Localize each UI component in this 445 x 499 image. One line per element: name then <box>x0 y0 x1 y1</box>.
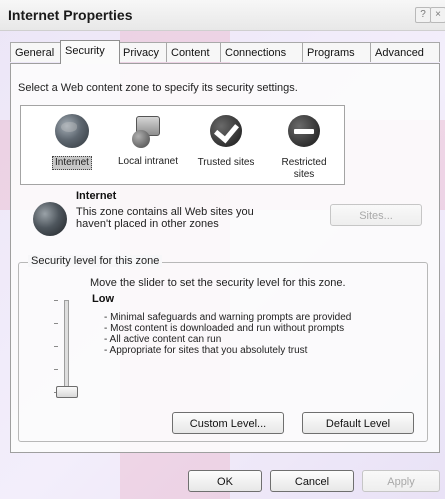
cancel-button[interactable]: Cancel <box>270 470 354 492</box>
zone-label: Internet <box>52 156 92 170</box>
security-level-name: Low <box>92 293 114 305</box>
security-level-slider-thumb[interactable] <box>56 386 78 398</box>
zone-label: sites <box>293 169 315 180</box>
no-entry-icon <box>285 115 323 153</box>
tab-general[interactable]: General <box>10 42 62 62</box>
slider-tick <box>54 323 58 324</box>
selected-zone-description: This zone contains all Web sites you hav… <box>76 206 254 230</box>
zone-label: Restricted <box>281 157 327 168</box>
custom-level-button[interactable]: Custom Level... <box>172 412 284 434</box>
tab-content[interactable]: Content <box>166 42 222 62</box>
checkmark-icon <box>207 115 245 153</box>
slider-tick <box>54 346 58 347</box>
globe-icon <box>53 114 91 152</box>
level-bullet: - Most content is downloaded and run wit… <box>104 323 345 334</box>
zone-trusted-sites[interactable]: Trusted sites <box>187 112 265 169</box>
sites-button[interactable]: Sites... <box>330 204 422 226</box>
level-bullet: - Minimal safeguards and warning prompts… <box>104 312 352 323</box>
ok-button[interactable]: OK <box>188 470 262 492</box>
tab-programs[interactable]: Programs <box>302 42 372 62</box>
slider-tick <box>54 300 58 301</box>
level-bullet: - All active content can run <box>104 334 222 345</box>
zone-restricted-sites[interactable]: Restricted sites <box>265 112 343 181</box>
tab-advanced[interactable]: Advanced <box>370 42 440 62</box>
zone-label: Trusted sites <box>197 157 255 168</box>
security-level-description: - Minimal safeguards and warning prompts… <box>104 312 351 356</box>
zone-globe-icon <box>33 202 67 236</box>
computer-globe-icon <box>129 114 167 152</box>
zone-internet[interactable]: Internet <box>33 112 111 170</box>
tab-privacy[interactable]: Privacy <box>118 42 168 62</box>
dialog-title: Internet Properties <box>8 7 133 23</box>
security-level-slider-track[interactable] <box>64 300 69 394</box>
internet-properties-dialog: Internet Properties ? × General Security… <box>0 0 445 499</box>
tab-security[interactable]: Security <box>60 40 120 64</box>
security-level-group-label: Security level for this zone <box>28 255 163 267</box>
tab-connections[interactable]: Connections <box>220 42 304 62</box>
selected-zone-name: Internet <box>76 190 117 202</box>
tab-strip: General Security Privacy Content Connect… <box>10 40 440 64</box>
zone-list: Internet Local intranet Trusted sites Re… <box>20 105 345 185</box>
title-bar: Internet Properties ? × <box>0 0 445 31</box>
close-button[interactable]: × <box>430 7 445 23</box>
default-level-button[interactable]: Default Level <box>302 412 414 434</box>
level-bullet: - Appropriate for sites that you absolut… <box>104 345 308 356</box>
zone-local-intranet[interactable]: Local intranet <box>109 112 187 168</box>
zone-label: Local intranet <box>117 156 179 167</box>
zone-instruction: Select a Web content zone to specify its… <box>18 82 298 94</box>
slider-instruction: Move the slider to set the security leve… <box>90 277 346 289</box>
help-button[interactable]: ? <box>415 7 431 23</box>
slider-tick <box>54 369 58 370</box>
apply-button[interactable]: Apply <box>362 470 440 492</box>
